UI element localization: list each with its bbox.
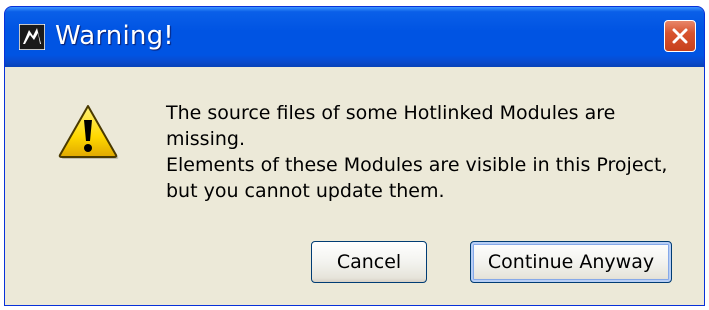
message-line-missing: The source files of some Hotlinked Modul… xyxy=(166,102,616,150)
dialog-body: The source files of some Hotlinked Modul… xyxy=(5,67,704,305)
close-icon xyxy=(672,28,688,44)
message-line-cannot-update: Elements of these Modules are visible in… xyxy=(166,154,668,202)
warning-dialog: Warning! The source files of some Hotlin… xyxy=(4,6,705,306)
continue-anyway-button[interactable]: Continue Anyway xyxy=(470,241,672,283)
cancel-button[interactable]: Cancel xyxy=(311,241,427,283)
title-bar[interactable]: Warning! xyxy=(5,7,704,67)
warning-triangle-icon xyxy=(57,103,119,159)
warning-message: The source files of some Hotlinked Modul… xyxy=(166,100,686,204)
dialog-title: Warning! xyxy=(55,21,174,51)
app-logo-icon xyxy=(18,23,46,51)
close-button[interactable] xyxy=(664,20,696,52)
